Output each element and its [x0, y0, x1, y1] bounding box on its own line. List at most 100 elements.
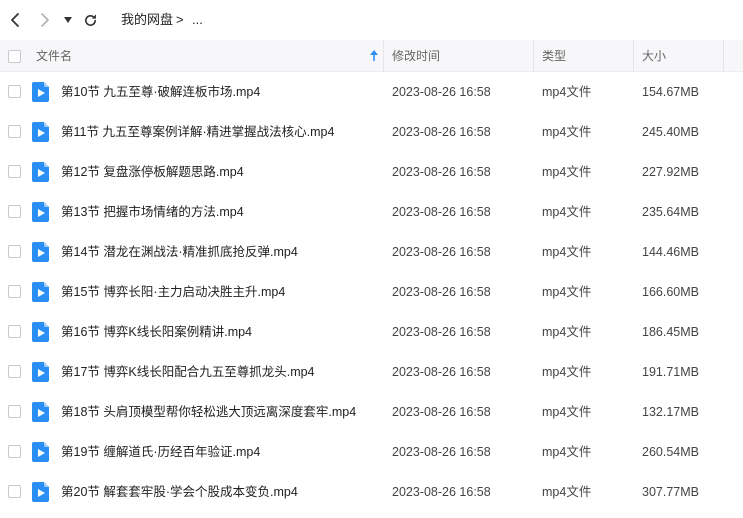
file-modified-time: 2023-08-26 16:58 — [392, 325, 491, 339]
file-type: mp4文件 — [542, 325, 592, 339]
video-file-icon — [32, 362, 49, 382]
sort-ascending-icon[interactable] — [370, 50, 378, 62]
file-row[interactable]: 第20节 解套套牢股·学会个股成本变负.mp4 2023-08-26 16:58 m… — [0, 472, 743, 512]
row-checkbox[interactable] — [8, 485, 21, 498]
row-checkbox[interactable] — [8, 165, 21, 178]
history-dropdown-button[interactable] — [59, 10, 77, 30]
file-size: 144.46MB — [642, 245, 699, 259]
file-modified-time: 2023-08-26 16:58 — [392, 485, 491, 499]
file-name: 第20节 解套套牢股·学会个股成本变负.mp4 — [61, 485, 298, 499]
file-name: 第14节 潜龙在渊战法·精准抓底抢反弹.mp4 — [61, 245, 298, 259]
file-type: mp4文件 — [542, 405, 592, 419]
file-modified-time: 2023-08-26 16:58 — [392, 85, 491, 99]
video-file-icon — [32, 242, 49, 262]
video-file-icon — [32, 322, 49, 342]
file-size: 245.40MB — [642, 125, 699, 139]
breadcrumb-root[interactable]: 我的网盘 — [121, 12, 173, 28]
video-file-icon — [32, 442, 49, 462]
file-row[interactable]: 第17节 博弈K线长阳配合九五至尊抓龙头.mp4 2023-08-26 16:58… — [0, 352, 743, 392]
row-checkbox[interactable] — [8, 125, 21, 138]
file-name: 第13节 把握市场情绪的方法.mp4 — [61, 205, 244, 219]
file-size: 154.67MB — [642, 85, 699, 99]
refresh-icon — [84, 13, 96, 26]
file-row[interactable]: 第18节 头肩顶模型帮你轻松逃大顶远离深度套牢.mp4 2023-08-26 16… — [0, 392, 743, 432]
caret-down-icon — [64, 17, 72, 23]
video-file-icon — [32, 82, 49, 102]
file-name: 第10节 九五至尊·破解连板市场.mp4 — [61, 85, 261, 99]
file-size: 227.92MB — [642, 165, 699, 179]
video-file-icon — [32, 482, 49, 502]
file-size: 235.64MB — [642, 205, 699, 219]
file-name: 第16节 博弈K线长阳案例精讲.mp4 — [61, 325, 253, 339]
row-checkbox[interactable] — [8, 405, 21, 418]
chevron-left-icon — [11, 13, 19, 27]
row-checkbox[interactable] — [8, 285, 21, 298]
file-row[interactable]: 第11节 九五至尊案例详解·精进掌握战法核心.mp4 2023-08-26 16:… — [0, 112, 743, 152]
file-name: 第12节 复盘涨停板解题思路.mp4 — [61, 165, 244, 179]
column-header-type[interactable]: 类型 — [542, 40, 566, 72]
file-size: 186.45MB — [642, 325, 699, 339]
video-file-icon — [32, 162, 49, 182]
file-type: mp4文件 — [542, 85, 592, 99]
column-header-size[interactable]: 大小 — [642, 40, 666, 72]
file-row[interactable]: 第12节 复盘涨停板解题思路.mp4 2023-08-26 16:58 mp4文件 2… — [0, 152, 743, 192]
row-checkbox[interactable] — [8, 445, 21, 458]
file-row[interactable]: 第13节 把握市场情绪的方法.mp4 2023-08-26 16:58 mp4文件 2… — [0, 192, 743, 232]
row-checkbox[interactable] — [8, 245, 21, 258]
file-name: 第11节 九五至尊案例详解·精进掌握战法核心.mp4 — [61, 125, 335, 139]
file-modified-time: 2023-08-26 16:58 — [392, 445, 491, 459]
file-name: 第15节 博弈长阳·主力启动决胜主升.mp4 — [61, 285, 286, 299]
row-checkbox[interactable] — [8, 205, 21, 218]
refresh-button[interactable] — [80, 10, 100, 30]
file-size: 132.17MB — [642, 405, 699, 419]
column-divider[interactable] — [633, 40, 634, 72]
breadcrumb-ellipsis[interactable]: ... — [192, 12, 203, 28]
file-row[interactable]: 第15节 博弈长阳·主力启动决胜主升.mp4 2023-08-26 16:58 mp… — [0, 272, 743, 312]
file-name: 第17节 博弈K线长阳配合九五至尊抓龙头.mp4 — [61, 365, 315, 379]
file-table-header: 文件名 修改时间 类型 大小 — [0, 40, 743, 72]
file-modified-time: 2023-08-26 16:58 — [392, 285, 491, 299]
file-row[interactable]: 第10节 九五至尊·破解连板市场.mp4 2023-08-26 16:58 mp4文… — [0, 72, 743, 112]
file-modified-time: 2023-08-26 16:58 — [392, 405, 491, 419]
video-file-icon — [32, 122, 49, 142]
back-button[interactable] — [5, 10, 25, 30]
row-checkbox[interactable] — [8, 325, 21, 338]
file-modified-time: 2023-08-26 16:58 — [392, 205, 491, 219]
file-size: 260.54MB — [642, 445, 699, 459]
chevron-right-icon — [41, 13, 49, 27]
file-name: 第19节 缠解道氏·历经百年验证.mp4 — [61, 445, 261, 459]
file-name: 第18节 头肩顶模型帮你轻松逃大顶远离深度套牢.mp4 — [61, 405, 357, 419]
file-row[interactable]: 第19节 缠解道氏·历经百年验证.mp4 2023-08-26 16:58 mp4文… — [0, 432, 743, 472]
navigation-bar: 我的网盘 > ... — [0, 0, 743, 40]
file-row[interactable]: 第14节 潜龙在渊战法·精准抓底抢反弹.mp4 2023-08-26 16:58 m… — [0, 232, 743, 272]
file-size: 307.77MB — [642, 485, 699, 499]
file-row[interactable]: 第16节 博弈K线长阳案例精讲.mp4 2023-08-26 16:58 mp4文件… — [0, 312, 743, 352]
forward-button[interactable] — [35, 10, 55, 30]
row-checkbox[interactable] — [8, 365, 21, 378]
video-file-icon — [32, 282, 49, 302]
select-all-checkbox[interactable] — [8, 50, 21, 63]
file-type: mp4文件 — [542, 485, 592, 499]
file-type: mp4文件 — [542, 205, 592, 219]
column-divider[interactable] — [723, 40, 724, 72]
file-type: mp4文件 — [542, 165, 592, 179]
file-type: mp4文件 — [542, 285, 592, 299]
video-file-icon — [32, 202, 49, 222]
file-type: mp4文件 — [542, 125, 592, 139]
file-type: mp4文件 — [542, 445, 592, 459]
row-checkbox[interactable] — [8, 85, 21, 98]
column-divider[interactable] — [383, 40, 384, 72]
breadcrumb-separator: > — [176, 12, 184, 27]
file-modified-time: 2023-08-26 16:58 — [392, 165, 491, 179]
file-modified-time: 2023-08-26 16:58 — [392, 125, 491, 139]
file-size: 166.60MB — [642, 285, 699, 299]
file-size: 191.71MB — [642, 365, 699, 379]
file-modified-time: 2023-08-26 16:58 — [392, 365, 491, 379]
column-header-name[interactable]: 文件名 — [36, 40, 72, 72]
file-type: mp4文件 — [542, 245, 592, 259]
file-type: mp4文件 — [542, 365, 592, 379]
column-divider[interactable] — [533, 40, 534, 72]
video-file-icon — [32, 402, 49, 422]
column-header-modified[interactable]: 修改时间 — [392, 40, 440, 72]
file-modified-time: 2023-08-26 16:58 — [392, 245, 491, 259]
